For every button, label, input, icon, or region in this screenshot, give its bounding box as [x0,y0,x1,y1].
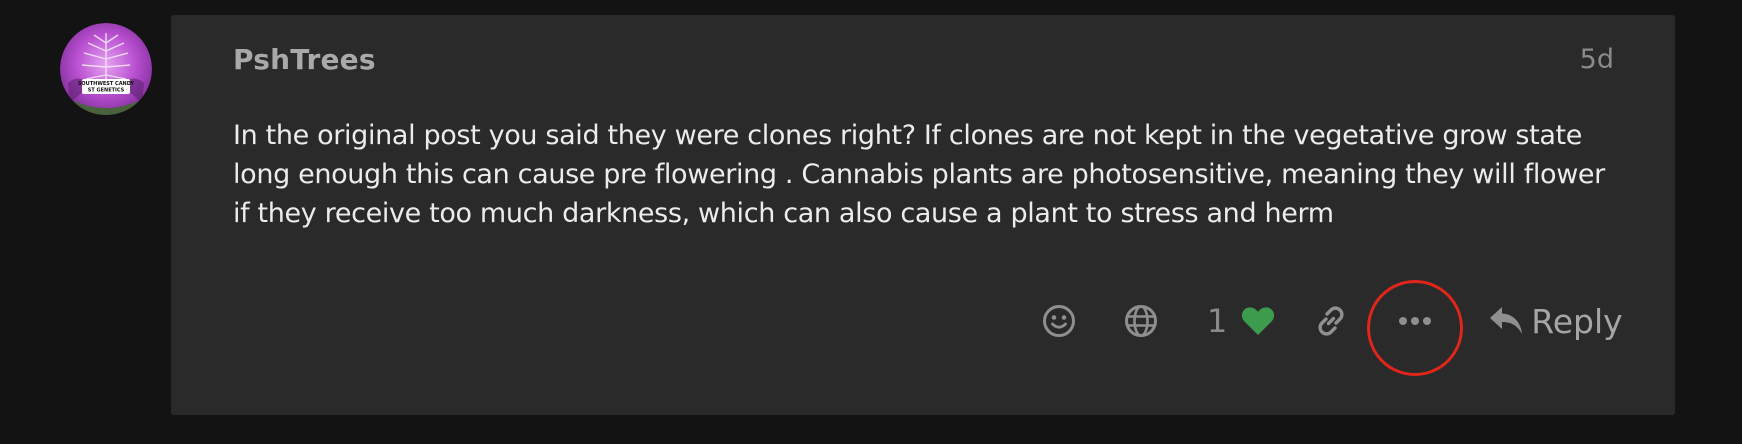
globe-icon [1124,304,1158,338]
post-date[interactable]: 5d [1580,44,1614,75]
avatar-badge-line2: ST GENETICS [88,88,125,94]
avatar-image: SOUTHWEST CANDY ST GENETICS [60,23,152,115]
post-body: In the original post you said they were … [233,120,1605,229]
smile-icon [1042,304,1076,338]
reply-arrow-icon [1489,306,1523,336]
user-avatar[interactable]: SOUTHWEST CANDY ST GENETICS [60,23,152,115]
post-card: PshTrees 5d In the original post you sai… [171,15,1675,415]
like-count: 1 [1206,302,1228,340]
translate-button[interactable] [1111,285,1171,357]
share-link-button[interactable] [1301,285,1361,357]
more-actions-button[interactable] [1375,285,1455,357]
ellipsis-icon [1398,316,1432,326]
like-button[interactable]: 1 [1191,285,1291,357]
heart-icon [1241,306,1275,336]
reply-button[interactable]: Reply [1489,285,1623,357]
page: SOUTHWEST CANDY ST GENETICS PshTrees 5d … [0,0,1742,444]
reply-label: Reply [1531,301,1623,341]
react-button[interactable] [1029,285,1089,357]
post-username[interactable]: PshTrees [233,43,376,76]
post-actions: 1 Reply [171,280,1675,376]
link-icon [1314,304,1348,338]
avatar-badge-line1: SOUTHWEST CANDY [78,81,135,87]
